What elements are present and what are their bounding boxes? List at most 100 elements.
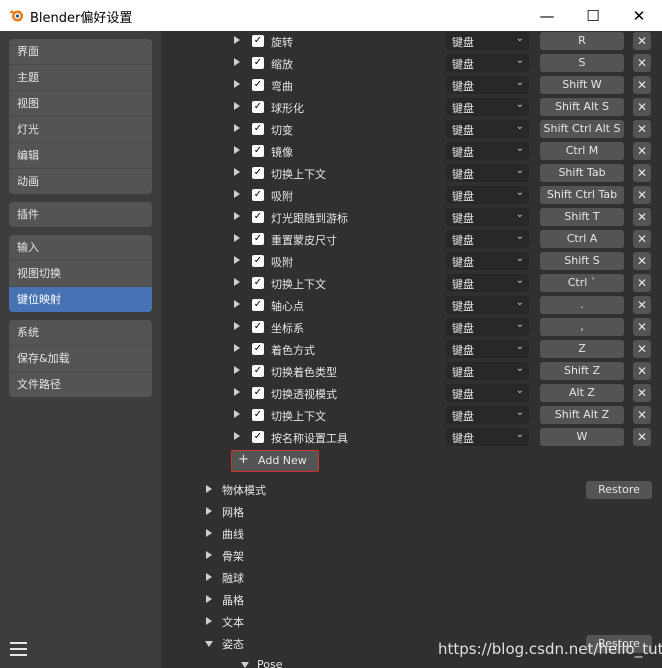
restore-button[interactable]: Restore (586, 481, 652, 499)
input-type-dropdown[interactable]: 键盘 ⌄ (446, 120, 529, 138)
keymap-category[interactable]: 骨架 (161, 545, 662, 567)
sidebar-item-viewport[interactable]: 视图 (9, 90, 152, 116)
key-binding-button[interactable]: Ctrl M (540, 142, 624, 160)
enable-checkbox[interactable]: ✓ (252, 233, 264, 245)
key-binding-button[interactable]: Shift Tab (540, 164, 624, 182)
input-type-dropdown[interactable]: 键盘 ⌄ (446, 362, 529, 380)
input-type-dropdown[interactable]: 键盘 ⌄ (446, 340, 529, 358)
expand-arrow-icon[interactable] (234, 432, 240, 440)
sidebar-item-navigation[interactable]: 视图切换 (9, 260, 152, 286)
key-binding-button[interactable]: R (540, 32, 624, 50)
add-new-button[interactable]: + Add New (231, 450, 319, 472)
enable-checkbox[interactable]: ✓ (252, 57, 264, 69)
input-type-dropdown[interactable]: 键盘 ⌄ (446, 318, 529, 336)
expand-arrow-icon[interactable] (234, 190, 240, 198)
close-button[interactable]: ✕ (616, 0, 662, 31)
input-type-dropdown[interactable]: 键盘 ⌄ (446, 252, 529, 270)
key-binding-button[interactable]: Shift T (540, 208, 624, 226)
remove-item-icon[interactable]: ✕ (633, 296, 651, 314)
enable-checkbox[interactable]: ✓ (252, 255, 264, 267)
remove-item-icon[interactable]: ✕ (633, 340, 651, 358)
remove-item-icon[interactable]: ✕ (633, 362, 651, 380)
remove-item-icon[interactable]: ✕ (633, 120, 651, 138)
key-binding-button[interactable]: Shift Ctrl Alt S (540, 120, 624, 138)
expand-arrow-icon[interactable] (234, 388, 240, 396)
input-type-dropdown[interactable]: 键盘 ⌄ (446, 428, 529, 446)
input-type-dropdown[interactable]: 键盘 ⌄ (446, 230, 529, 248)
key-binding-button[interactable]: Shift Z (540, 362, 624, 380)
enable-checkbox[interactable]: ✓ (252, 409, 264, 421)
remove-item-icon[interactable]: ✕ (633, 230, 651, 248)
key-binding-button[interactable]: Shift Alt S (540, 98, 624, 116)
expand-arrow-icon[interactable] (234, 58, 240, 66)
enable-checkbox[interactable]: ✓ (252, 343, 264, 355)
sidebar-item-file-paths[interactable]: 文件路径 (9, 371, 152, 397)
key-binding-button[interactable]: Shift S (540, 252, 624, 270)
key-binding-button[interactable]: Shift Alt Z (540, 406, 624, 424)
enable-checkbox[interactable]: ✓ (252, 299, 264, 311)
expand-arrow-icon[interactable] (234, 102, 240, 110)
sidebar-item-keymap[interactable]: 键位映射 (9, 286, 152, 312)
keymap-category[interactable]: 融球 (161, 567, 662, 589)
sidebar-item-animation[interactable]: 动画 (9, 168, 152, 194)
sidebar-item-themes[interactable]: 主题 (9, 64, 152, 90)
enable-checkbox[interactable]: ✓ (252, 35, 264, 47)
expand-arrow-icon[interactable] (234, 124, 240, 132)
enable-checkbox[interactable]: ✓ (252, 189, 264, 201)
expand-arrow-icon[interactable] (234, 146, 240, 154)
input-type-dropdown[interactable]: 键盘 ⌄ (446, 274, 529, 292)
expand-arrow-icon[interactable] (234, 234, 240, 242)
input-type-dropdown[interactable]: 键盘 ⌄ (446, 142, 529, 160)
expand-arrow-icon[interactable] (234, 300, 240, 308)
sidebar-item-addons[interactable]: 插件 (9, 202, 152, 227)
key-binding-button[interactable]: Shift Ctrl Tab (540, 186, 624, 204)
input-type-dropdown[interactable]: 键盘 ⌄ (446, 186, 529, 204)
remove-item-icon[interactable]: ✕ (633, 274, 651, 292)
enable-checkbox[interactable]: ✓ (252, 365, 264, 377)
expand-arrow-icon[interactable] (234, 278, 240, 286)
remove-item-icon[interactable]: ✕ (633, 252, 651, 270)
input-type-dropdown[interactable]: 键盘 ⌄ (446, 296, 529, 314)
enable-checkbox[interactable]: ✓ (252, 387, 264, 399)
enable-checkbox[interactable]: ✓ (252, 277, 264, 289)
sidebar-item-input[interactable]: 输入 (9, 235, 152, 260)
menu-icon[interactable] (10, 642, 27, 659)
remove-item-icon[interactable]: ✕ (633, 406, 651, 424)
enable-checkbox[interactable]: ✓ (252, 431, 264, 443)
keymap-category[interactable]: 网格 (161, 501, 662, 523)
expand-arrow-icon[interactable] (234, 256, 240, 264)
input-type-dropdown[interactable]: 键盘 ⌄ (446, 98, 529, 116)
sidebar-item-save-load[interactable]: 保存&加载 (9, 345, 152, 371)
maximize-button[interactable]: ☐ (570, 0, 616, 31)
sidebar-item-system[interactable]: 系统 (9, 320, 152, 345)
remove-item-icon[interactable]: ✕ (633, 208, 651, 226)
remove-item-icon[interactable]: ✕ (633, 318, 651, 336)
input-type-dropdown[interactable]: 键盘 ⌄ (446, 164, 529, 182)
expand-arrow-icon[interactable] (234, 80, 240, 88)
enable-checkbox[interactable]: ✓ (252, 79, 264, 91)
key-binding-button[interactable]: Ctrl ` (540, 274, 624, 292)
input-type-dropdown[interactable]: 键盘 ⌄ (446, 406, 529, 424)
sidebar-item-lights[interactable]: 灯光 (9, 116, 152, 142)
sidebar-item-editing[interactable]: 编辑 (9, 142, 152, 168)
key-binding-button[interactable]: S (540, 54, 624, 72)
enable-checkbox[interactable]: ✓ (252, 167, 264, 179)
key-binding-button[interactable]: , (540, 318, 624, 336)
remove-item-icon[interactable]: ✕ (633, 54, 651, 72)
expand-arrow-icon[interactable] (234, 410, 240, 418)
remove-item-icon[interactable]: ✕ (633, 32, 651, 50)
remove-item-icon[interactable]: ✕ (633, 98, 651, 116)
input-type-dropdown[interactable]: 键盘 ⌄ (446, 384, 529, 402)
input-type-dropdown[interactable]: 键盘 ⌄ (446, 208, 529, 226)
expand-arrow-icon[interactable] (234, 168, 240, 176)
key-binding-button[interactable]: Alt Z (540, 384, 624, 402)
enable-checkbox[interactable]: ✓ (252, 145, 264, 157)
remove-item-icon[interactable]: ✕ (633, 384, 651, 402)
key-binding-button[interactable]: Z (540, 340, 624, 358)
remove-item-icon[interactable]: ✕ (633, 76, 651, 94)
keymap-category[interactable]: 曲线 (161, 523, 662, 545)
keymap-category[interactable]: 文本 (161, 611, 662, 633)
expand-arrow-icon[interactable] (234, 366, 240, 374)
keymap-category[interactable]: 物体模式 Restore (161, 479, 662, 501)
enable-checkbox[interactable]: ✓ (252, 123, 264, 135)
